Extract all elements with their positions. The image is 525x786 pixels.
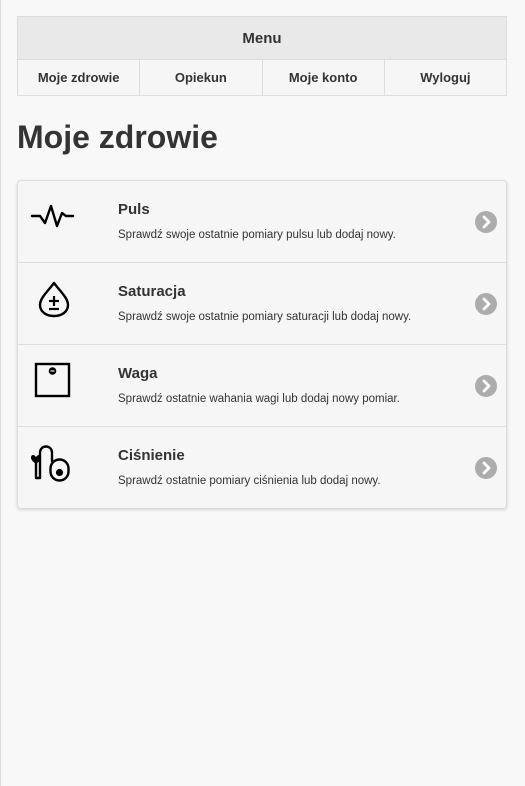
item-title: Saturacja: [118, 283, 186, 300]
list-item-puls[interactable]: Puls Sprawdź swoje ostatnie pomiary puls…: [18, 181, 506, 263]
item-title: Waga: [118, 365, 158, 382]
menu-header: Menu: [18, 17, 506, 60]
chevron-right-icon[interactable]: [475, 375, 497, 397]
item-description: Sprawdź ostatnie wahania wagi lub dodaj …: [118, 393, 400, 405]
item-description: Sprawdź swoje ostatnie pomiary pulsu lub…: [118, 229, 396, 241]
pulse-icon: [28, 197, 76, 237]
drop-icon: [28, 279, 76, 319]
item-description: Sprawdź ostatnie pomiary ciśnienia lub d…: [118, 475, 381, 487]
health-list: Puls Sprawdź swoje ostatnie pomiary puls…: [17, 180, 507, 509]
menu-items: Moje zdrowie Opiekun Moje konto Wyloguj: [18, 60, 506, 95]
navigation-menu: Menu Moje zdrowie Opiekun Moje konto Wyl…: [17, 16, 507, 96]
list-item-cisnienie[interactable]: Ciśnienie Sprawdź ostatnie pomiary ciśni…: [18, 427, 506, 508]
item-description: Sprawdź swoje ostatnie pomiary saturacji…: [118, 311, 412, 323]
scale-icon: [28, 361, 76, 401]
menu-item-opiekun[interactable]: Opiekun: [140, 60, 263, 95]
menu-item-moje-konto[interactable]: Moje konto: [263, 60, 385, 95]
page-edge: [0, 0, 1, 786]
chevron-right-icon[interactable]: [475, 293, 497, 315]
menu-item-moje-zdrowie[interactable]: Moje zdrowie: [18, 60, 141, 95]
item-title: Puls: [118, 201, 150, 218]
list-item-waga[interactable]: Waga Sprawdź ostatnie wahania wagi lub d…: [18, 345, 506, 427]
item-title: Ciśnienie: [118, 447, 185, 464]
chevron-right-icon[interactable]: [475, 211, 497, 233]
menu-item-wyloguj[interactable]: Wyloguj: [385, 60, 506, 95]
list-item-saturacja[interactable]: Saturacja Sprawdź swoje ostatnie pomiary…: [18, 263, 506, 345]
chevron-right-icon[interactable]: [475, 457, 497, 479]
blood-pressure-icon: [28, 443, 76, 483]
page-title: Moje zdrowie: [17, 119, 218, 155]
